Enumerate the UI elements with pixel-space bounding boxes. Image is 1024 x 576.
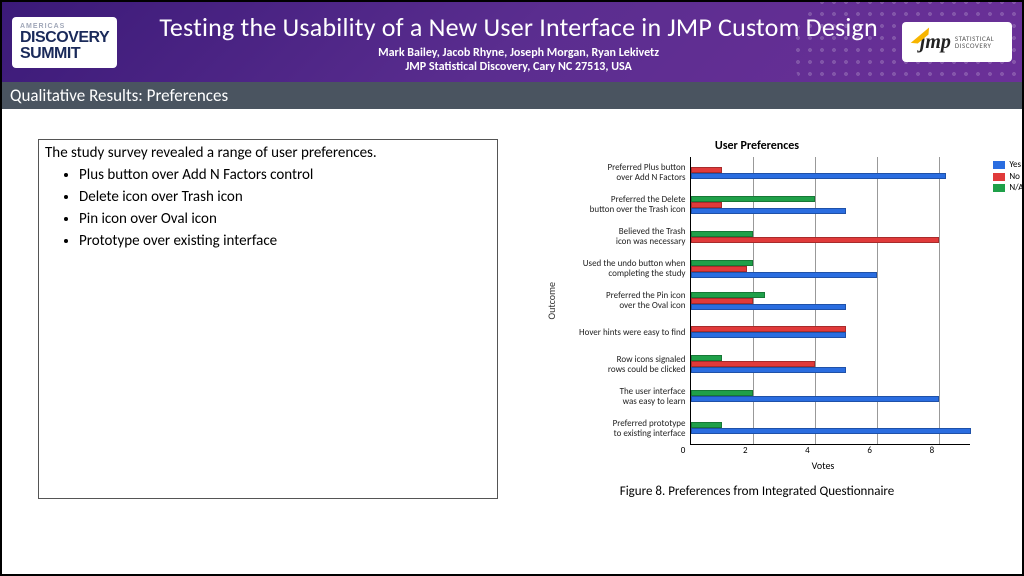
- bar-group: [691, 412, 970, 444]
- bar-group: [691, 253, 970, 285]
- list-item: Prototype over existing interface: [79, 230, 487, 252]
- legend-swatch-na: [993, 184, 1005, 192]
- category-label: The user interfacewas easy to learn: [560, 381, 690, 413]
- bar-group: [691, 189, 970, 221]
- x-tick: 8: [930, 445, 935, 456]
- bar-yes: [691, 208, 847, 214]
- x-tick: 6: [867, 445, 872, 456]
- category-label: Preferred prototypeto existing interface: [560, 413, 690, 445]
- section-subheader: Qualitative Results: Preferences: [2, 82, 1022, 109]
- legend-label: No: [1009, 171, 1020, 183]
- x-axis-label: Votes: [683, 459, 963, 472]
- chart-legend: Yes No N/A: [993, 159, 1023, 194]
- bar-yes: [691, 272, 878, 278]
- bar-yes: [691, 304, 847, 310]
- category-label: Preferred the Pin iconover the Oval icon: [560, 285, 690, 317]
- y-axis-label: Outcome: [545, 282, 558, 320]
- category-label: Believed the Trashicon was necessary: [560, 221, 690, 253]
- list-item: Plus button over Add N Factors control: [79, 164, 487, 186]
- category-label: Used the undo button whencompleting the …: [560, 253, 690, 285]
- legend-swatch-yes: [993, 161, 1005, 169]
- jmp-logo-mark: jmp: [920, 31, 951, 54]
- bar-group: [691, 221, 970, 253]
- chart-caption: Figure 8. Preferences from Integrated Qu…: [620, 484, 895, 499]
- x-tick: 0: [681, 445, 686, 456]
- slide-authors: Mark Bailey, Jacob Rhyne, Joseph Morgan,…: [135, 46, 902, 60]
- legend-label: Yes: [1009, 159, 1021, 171]
- list-item: Pin icon over Oval icon: [79, 208, 487, 230]
- category-label: Row icons signaledrows could be clicked: [560, 349, 690, 381]
- summit-logo-line2: DISCOVERY: [20, 30, 109, 46]
- bar-group: [691, 380, 970, 412]
- list-item: Delete icon over Trash icon: [79, 186, 487, 208]
- category-label: Hover hints were easy to find: [560, 317, 690, 349]
- summit-logo: AMERICAS DISCOVERY SUMMIT: [12, 17, 117, 68]
- bar-group: [691, 316, 970, 348]
- category-label: Preferred the Deletebutton over the Tras…: [560, 189, 690, 221]
- legend-swatch-no: [993, 173, 1005, 181]
- header-center: Testing the Usability of a New User Inte…: [135, 11, 902, 74]
- bar-no: [691, 237, 940, 243]
- bar-group: [691, 285, 970, 317]
- slide-title: Testing the Usability of a New User Inte…: [135, 11, 902, 43]
- chart-title: User Preferences: [715, 139, 799, 153]
- bar-yes: [691, 396, 940, 402]
- slide-header: AMERICAS DISCOVERY SUMMIT Testing the Us…: [2, 2, 1022, 82]
- jmp-logo: jmp STATISTICAL DISCOVERY: [902, 22, 1012, 62]
- plot-area: Yes No N/A: [690, 157, 970, 445]
- bar-yes: [691, 173, 946, 179]
- chart-body: Outcome Preferred Plus buttonover Add N …: [545, 157, 970, 445]
- x-tick: 4: [805, 445, 810, 456]
- summit-logo-line3: SUMMIT: [20, 46, 109, 62]
- x-axis-ticks: 0 2 4 6 8: [683, 445, 963, 459]
- legend-label: N/A: [1009, 182, 1023, 194]
- bar-yes: [691, 332, 847, 338]
- category-label: Preferred Plus buttonover Add N Factors: [560, 157, 690, 189]
- x-tick: 2: [743, 445, 748, 456]
- findings-lead: The study survey revealed a range of use…: [45, 144, 487, 162]
- bar-yes: [691, 428, 971, 434]
- bar-yes: [691, 367, 847, 373]
- category-labels: Preferred Plus buttonover Add N FactorsP…: [560, 157, 690, 445]
- slide-affil: JMP Statistical Discovery, Cary NC 27513…: [135, 60, 902, 74]
- bar-group: [691, 348, 970, 380]
- findings-textbox: The study survey revealed a range of use…: [38, 139, 498, 499]
- bar-group: [691, 157, 970, 189]
- slide-content: The study survey revealed a range of use…: [2, 109, 1022, 499]
- chart-panel: User Preferences Outcome Preferred Plus …: [522, 139, 992, 499]
- jmp-logo-sub: STATISTICAL DISCOVERY: [955, 35, 994, 49]
- findings-list: Plus button over Add N Factors control D…: [45, 164, 487, 252]
